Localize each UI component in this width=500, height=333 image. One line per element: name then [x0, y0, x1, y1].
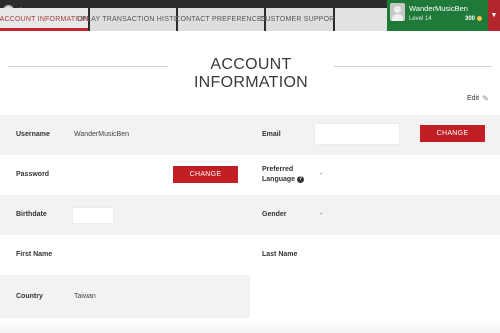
- tab-contact-preferences[interactable]: Contact preferences: [175, 8, 267, 31]
- username-value: WanderMusicBen: [74, 131, 129, 138]
- username-row: Username WanderMusicBen: [0, 115, 250, 155]
- edit-label: Edit: [467, 95, 480, 102]
- last-name-row: Last Name: [250, 235, 500, 275]
- points-display: 300: [465, 16, 482, 22]
- top-navigation-bar: play Account information Uplay transacti…: [0, 0, 500, 31]
- birthdate-row: Birthdate: [0, 195, 250, 235]
- gender-label: Gender: [262, 211, 287, 218]
- change-email-button[interactable]: CHANGE: [420, 125, 485, 142]
- avatar: [390, 3, 405, 21]
- points-value: 300: [464, 16, 475, 23]
- country-row: Country Taiwan: [0, 275, 250, 318]
- email-field[interactable]: [314, 123, 400, 145]
- preferred-language-row: Preferred Language? -: [250, 155, 500, 195]
- birthdate-label: Birthdate: [16, 211, 47, 218]
- change-password-button[interactable]: CHANGE: [173, 166, 238, 183]
- email-label: Email: [262, 131, 281, 138]
- country-value: Taiwan: [74, 293, 96, 300]
- profile-dropdown-button[interactable]: ▼: [488, 0, 500, 31]
- coin-icon: [477, 16, 482, 21]
- tab-account-information[interactable]: Account information: [0, 8, 88, 31]
- first-name-label: First Name: [16, 251, 53, 258]
- tab-customer-support[interactable]: Customer support: [260, 8, 339, 31]
- footer-fade: [0, 318, 500, 333]
- preferred-language-label-text: Preferred Language: [262, 166, 296, 183]
- gender-value: -: [320, 211, 323, 218]
- preferred-language-label: Preferred Language?: [262, 165, 312, 185]
- profile-level: Level 14: [409, 16, 432, 22]
- password-label: Password: [16, 171, 50, 178]
- edit-button[interactable]: Edit ✎: [467, 94, 489, 103]
- user-profile-box[interactable]: WanderMusicBen Level 14 300: [387, 0, 488, 31]
- title-divider-left: [8, 66, 168, 67]
- pencil-icon: ✎: [482, 94, 489, 103]
- last-name-label: Last Name: [262, 251, 298, 258]
- first-name-row: First Name: [0, 235, 250, 275]
- gender-row: Gender -: [250, 195, 500, 235]
- page-title: ACCOUNT INFORMATION: [193, 56, 309, 91]
- title-divider-right: [334, 66, 492, 67]
- email-row: Email CHANGE: [250, 115, 500, 155]
- profile-username: WanderMusicBen: [409, 4, 468, 13]
- help-icon[interactable]: ?: [297, 176, 305, 183]
- birthdate-field: [72, 207, 114, 224]
- password-row: Password CHANGE: [0, 155, 250, 195]
- chevron-down-icon: ▼: [490, 12, 498, 19]
- username-label: Username: [16, 131, 50, 138]
- nav-filler: [335, 8, 387, 31]
- tab-transaction-history[interactable]: Uplay transaction history: [77, 8, 189, 31]
- preferred-language-value: -: [320, 171, 323, 178]
- country-label: Country: [16, 293, 43, 300]
